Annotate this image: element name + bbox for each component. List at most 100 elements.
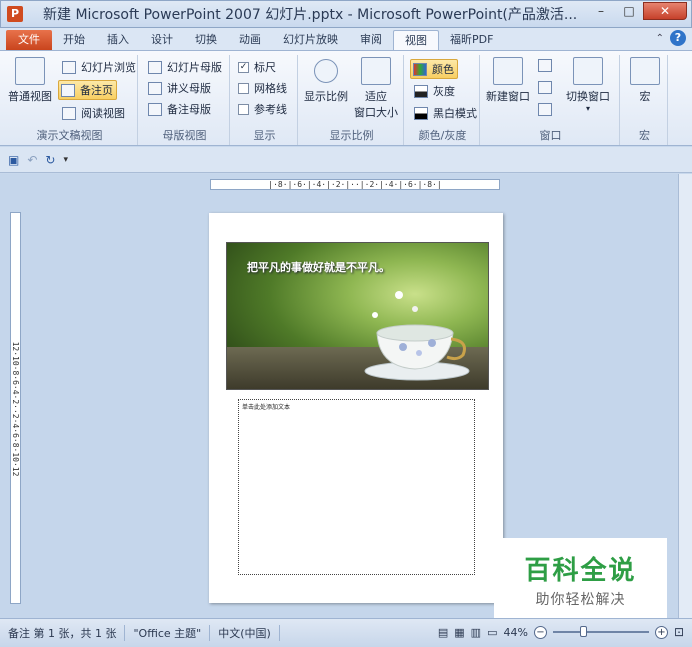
powerpoint-icon[interactable]: P <box>7 6 23 22</box>
switch-windows-button[interactable]: 切换窗口 ▾ <box>566 57 610 113</box>
minimize-button[interactable]: – <box>587 2 615 20</box>
group-label: 窗口 <box>539 129 562 142</box>
status-bar: 备注 第 1 张，共 1 张 "Office 主题" 中文(中国) ▤ ▦ ▥ … <box>0 618 692 647</box>
guides-checkbox[interactable]: 参考线 <box>238 101 287 117</box>
notes-master-icon <box>148 102 162 116</box>
close-button[interactable]: ✕ <box>643 2 687 20</box>
arrange-all-button[interactable] <box>538 59 557 72</box>
black-white-icon <box>414 106 428 120</box>
slide-master-button[interactable]: 幻灯片母版 <box>148 59 222 75</box>
tab-animations[interactable]: 动画 <box>228 30 272 50</box>
fit-slide-icon[interactable]: ⊡ <box>674 625 684 639</box>
watermark-subtitle: 助你轻松解决 <box>535 592 626 608</box>
slide-sorter-button[interactable]: 幻灯片浏览 <box>62 59 136 75</box>
save-icon[interactable]: ▣ <box>8 153 19 167</box>
checkbox-icon <box>238 82 249 94</box>
checkbox-checked-icon: ✓ <box>238 61 249 73</box>
slide-thumbnail[interactable]: 把平凡的事做好就是不平凡。 <box>226 242 489 390</box>
zoom-slider[interactable] <box>552 626 649 637</box>
notes-placeholder-box[interactable]: 单击此处添加文本 <box>238 399 475 575</box>
tab-file[interactable]: 文件 <box>6 30 52 50</box>
tab-home[interactable]: 开始 <box>52 30 96 50</box>
group-label: 母版视图 <box>162 129 207 142</box>
fit-to-window-button[interactable]: 适应 窗口大小 <box>354 57 398 120</box>
move-split-icon <box>538 103 552 116</box>
help-icon[interactable]: ? <box>670 30 686 46</box>
zoom-slider-thumb[interactable] <box>579 626 587 637</box>
zoom-in-button[interactable]: + <box>654 625 668 639</box>
vertical-scrollbar[interactable] <box>678 174 692 618</box>
handout-master-icon <box>148 81 162 95</box>
color-button[interactable]: 颜色 <box>410 59 458 79</box>
group-show: ✓ 标尺 网格线 参考线 显示 <box>232 55 298 145</box>
macros-icon <box>630 57 660 85</box>
move-split-button[interactable] <box>538 103 557 116</box>
switch-windows-icon <box>573 57 603 85</box>
tab-slideshow[interactable]: 幻灯片放映 <box>272 30 349 50</box>
tab-design[interactable]: 设计 <box>140 30 184 50</box>
group-label: 演示文稿视图 <box>36 129 103 142</box>
tab-review[interactable]: 审阅 <box>349 30 393 50</box>
black-white-button[interactable]: 黑白模式 <box>414 105 477 121</box>
language[interactable]: 中文(中国) <box>210 625 280 641</box>
notes-page: 把平凡的事做好就是不平凡。 单击此处添加文本 <box>209 213 503 603</box>
slide-sorter-icon <box>62 60 76 74</box>
normal-view-status-icon[interactable]: ▤ <box>438 626 448 639</box>
gridlines-checkbox[interactable]: 网格线 <box>238 80 287 96</box>
redo-icon[interactable]: ↻ <box>45 153 55 167</box>
collapse-ribbon-icon[interactable]: ⌃ <box>656 33 664 44</box>
group-label: 显示比例 <box>329 129 374 142</box>
vertical-ruler[interactable]: 12·10·8·6·4·2··2·4·6·8·10·12 <box>10 212 21 604</box>
tab-view[interactable]: 视图 <box>393 30 439 50</box>
tab-insert[interactable]: 插入 <box>96 30 140 50</box>
quick-access-toolbar: ▣ ↶ ↻ ▾ <box>0 147 692 173</box>
grayscale-button[interactable]: 灰度 <box>414 83 455 99</box>
ribbon: 普通视图 幻灯片浏览 备注页 阅读视图 演示文稿视图 幻灯片母版 讲义母版 备注… <box>0 50 692 146</box>
slide-headline: 把平凡的事做好就是不平凡。 <box>247 261 390 274</box>
reading-view-button[interactable]: 阅读视图 <box>62 105 125 121</box>
fit-window-icon <box>361 57 391 85</box>
watermark: 百科全说 助你轻松解决 <box>494 538 667 618</box>
page-info: 备注 第 1 张，共 1 张 <box>0 625 126 641</box>
dropdown-arrow-icon: ▾ <box>585 104 590 113</box>
zoom-button[interactable]: 显示比例 <box>304 57 348 104</box>
group-label: 颜色/灰度 <box>418 129 467 142</box>
title-bar: P 新建 Microsoft PowerPoint 2007 幻灯片.pptx … <box>0 0 692 28</box>
notes-page-button[interactable]: 备注页 <box>58 80 117 100</box>
undo-icon[interactable]: ↶ <box>27 153 37 167</box>
horizontal-ruler[interactable]: |·8·|·6·|·4·|·2·|··|·2·|·4·|·6·|·8·| <box>210 179 500 190</box>
cascade-button[interactable] <box>538 81 557 94</box>
reading-view-status-icon[interactable]: ▥ <box>471 626 481 639</box>
grayscale-icon <box>414 84 428 98</box>
customize-icon[interactable]: ▾ <box>63 155 68 165</box>
group-master-views: 幻灯片母版 讲义母版 备注母版 母版视图 <box>140 55 230 145</box>
slide-master-icon <box>148 60 162 74</box>
tab-transitions[interactable]: 切换 <box>184 30 228 50</box>
group-macros: 宏 宏 <box>622 55 668 145</box>
normal-view-button[interactable]: 普通视图 <box>8 57 52 104</box>
zoom-out-button[interactable]: − <box>533 625 547 639</box>
notes-page-icon <box>61 83 75 97</box>
ruler-checkbox[interactable]: ✓ 标尺 <box>238 59 276 75</box>
zoom-level[interactable]: 44% <box>503 626 527 639</box>
reading-view-icon <box>62 106 76 120</box>
color-icon <box>413 62 427 76</box>
magnifier-icon <box>314 59 338 83</box>
slide-sorter-status-icon[interactable]: ▦ <box>454 626 464 639</box>
handout-master-button[interactable]: 讲义母版 <box>148 80 211 96</box>
notes-placeholder: 单击此处添加文本 <box>242 404 291 411</box>
theme-name[interactable]: "Office 主题" <box>125 625 211 641</box>
watermark-title: 百科全说 <box>524 556 637 586</box>
new-window-button[interactable]: 新建窗口 <box>486 57 530 104</box>
group-color-grayscale: 颜色 灰度 黑白模式 颜色/灰度 <box>406 55 480 145</box>
macros-button[interactable]: 宏 <box>630 57 660 104</box>
ribbon-tabs: 文件 开始 插入 设计 切换 动画 幻灯片放映 审阅 视图 福昕PDF ⌃ ? <box>0 28 692 50</box>
tab-foxit-pdf[interactable]: 福昕PDF <box>439 30 504 50</box>
group-presentation-views: 普通视图 幻灯片浏览 备注页 阅读视图 演示文稿视图 <box>2 55 138 145</box>
group-label: 显示 <box>253 129 276 142</box>
maximize-button[interactable]: □ <box>615 2 643 20</box>
group-window: 新建窗口 切换窗口 ▾ 窗口 <box>482 55 620 145</box>
slideshow-status-icon[interactable]: ▭ <box>487 626 497 639</box>
group-zoom: 显示比例 适应 窗口大小 显示比例 <box>300 55 404 145</box>
notes-master-button[interactable]: 备注母版 <box>148 101 211 117</box>
